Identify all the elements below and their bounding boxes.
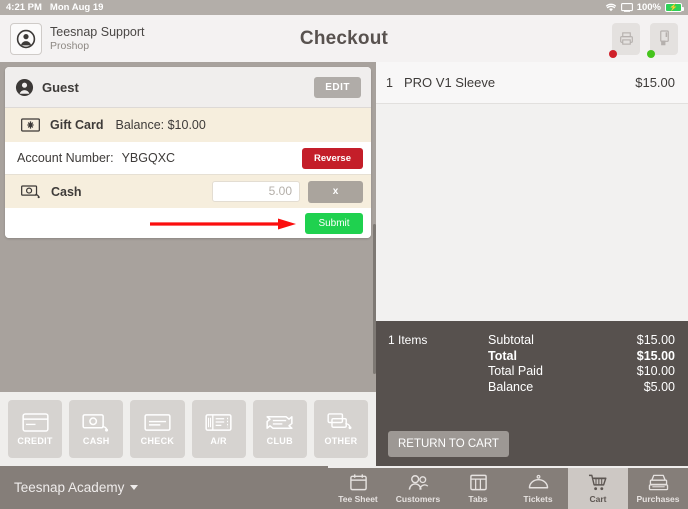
header-actions xyxy=(609,22,678,58)
totals-label: Balance xyxy=(488,379,534,394)
app-header: Checkout Teesnap Support Proshop xyxy=(0,15,688,62)
tab-cart[interactable]: Cart xyxy=(568,468,628,509)
guest-avatar-icon xyxy=(15,78,34,97)
tab-tabs[interactable]: Tabs xyxy=(448,468,508,509)
cart-column: 1 PRO V1 Sleeve $15.00 1 Items Subtotal … xyxy=(376,62,688,466)
totals-row-subtotal: Subtotal $15.00 xyxy=(488,333,675,349)
totals-row-balance: Balance $5.00 xyxy=(488,380,675,396)
screen-mirroring-icon xyxy=(620,3,633,12)
totals-label: Total xyxy=(488,348,517,363)
status-time: 4:21 PM xyxy=(6,2,42,13)
card-reader-status-dot xyxy=(647,49,655,58)
cart-empty-space xyxy=(376,104,688,321)
totals-value: $5.00 xyxy=(643,379,675,394)
tab-label: Cart xyxy=(589,494,607,504)
cash-amount-input[interactable]: 5.00 xyxy=(212,181,300,202)
tab-label: Tabs xyxy=(468,494,488,504)
payment-type-bar: CREDIT CASH CHECK A/R CLUB OTHER xyxy=(0,392,376,466)
cash-title: Cash xyxy=(51,184,82,199)
account-number-value: YBGQXC xyxy=(121,151,176,165)
card-reader-button[interactable] xyxy=(647,22,678,58)
battery-percent: 100% xyxy=(636,2,661,13)
tab-customers[interactable]: Customers xyxy=(388,468,448,509)
totals-label: Subtotal xyxy=(488,333,534,347)
user-account-button[interactable]: Teesnap Support Proshop xyxy=(10,22,145,55)
tab-purchases[interactable]: Purchases xyxy=(628,468,688,509)
payment-type-other[interactable]: OTHER xyxy=(313,400,369,458)
gift-card-title: Gift Card xyxy=(50,118,104,132)
payment-type-credit[interactable]: CREDIT xyxy=(8,400,63,458)
submit-row: Submit xyxy=(5,208,371,238)
return-to-cart-button[interactable]: RETURN TO CART xyxy=(388,431,509,457)
ios-status-bar: 4:21 PM Mon Aug 19 100% ⚡ xyxy=(0,0,688,15)
bottom-bar: Teesnap Academy Tee Sheet Customers Tabs… xyxy=(0,466,688,509)
payment-type-club[interactable]: CLUB xyxy=(252,400,307,458)
cart-line-item[interactable]: 1 PRO V1 Sleeve $15.00 xyxy=(376,62,688,104)
gift-card-account-row: Account Number: YBGQXC Reverse xyxy=(5,142,371,174)
payment-type-label: A/R xyxy=(210,435,227,446)
battery-icon: ⚡ xyxy=(665,3,684,12)
remove-cash-payment-button[interactable]: x xyxy=(308,180,363,203)
tab-tickets[interactable]: Tickets xyxy=(508,468,568,509)
tab-label: Tickets xyxy=(523,494,553,504)
status-date: Mon Aug 19 xyxy=(49,2,104,13)
chevron-down-icon xyxy=(130,485,139,490)
payment-type-label: OTHER xyxy=(324,435,358,446)
payment-panel: Guest EDIT Gift Card Balance: $10.00 Acc… xyxy=(5,67,371,238)
guest-label: Guest xyxy=(42,79,79,95)
payment-type-label: CASH xyxy=(82,435,110,446)
tab-label: Tee Sheet xyxy=(338,494,378,504)
checkout-screen: 4:21 PM Mon Aug 19 100% ⚡ Checkout Teesn… xyxy=(0,0,688,509)
payment-type-ar[interactable]: A/R xyxy=(191,400,246,458)
cash-row: Cash 5.00 x xyxy=(5,174,371,208)
tab-bar: Tee Sheet Customers Tabs Tickets Cart Pu… xyxy=(328,466,688,509)
cart-totals-panel: 1 Items Subtotal $15.00 Total $15.00 Tot… xyxy=(376,321,688,466)
status-indicators: 100% ⚡ xyxy=(605,2,684,13)
payment-type-cash[interactable]: CASH xyxy=(69,400,124,458)
line-item-name: PRO V1 Sleeve xyxy=(404,75,496,90)
totals-value: $15.00 xyxy=(636,348,675,363)
guest-row: Guest EDIT xyxy=(5,67,371,108)
payment-type-label: CREDIT xyxy=(17,435,53,446)
totals-value: $15.00 xyxy=(636,333,675,347)
payment-type-label: CLUB xyxy=(266,435,293,446)
tab-tee-sheet[interactable]: Tee Sheet xyxy=(328,468,388,509)
reverse-payment-button[interactable]: Reverse xyxy=(302,147,363,169)
user-name: Teesnap Support xyxy=(50,25,145,40)
academy-dropdown[interactable]: Teesnap Academy xyxy=(14,480,139,495)
academy-label: Teesnap Academy xyxy=(14,480,125,495)
printer-button[interactable] xyxy=(609,22,640,58)
gift-card-icon xyxy=(21,118,40,132)
totals-row-total-paid: Total Paid $10.00 xyxy=(488,364,675,380)
user-role: Proshop xyxy=(50,39,90,52)
payment-type-check[interactable]: CHECK xyxy=(130,400,185,458)
annotation-arrow-icon xyxy=(150,217,298,230)
tab-label: Purchases xyxy=(636,494,680,504)
items-count: 1 Items xyxy=(388,333,428,347)
line-item-price: $15.00 xyxy=(635,75,675,90)
submit-payment-button[interactable]: Submit xyxy=(305,212,363,234)
totals-value: $10.00 xyxy=(636,364,675,378)
tab-label: Customers xyxy=(395,494,441,504)
gift-card-row: Gift Card Balance: $10.00 xyxy=(5,108,371,142)
totals-label: Total Paid xyxy=(488,364,543,378)
cash-icon xyxy=(21,184,41,199)
edit-guest-button[interactable]: EDIT xyxy=(314,76,361,98)
account-number-label: Account Number: xyxy=(17,151,114,165)
payment-type-label: CHECK xyxy=(140,435,175,446)
charging-bolt-icon: ⚡ xyxy=(669,4,678,11)
line-item-qty: 1 xyxy=(386,75,393,90)
user-avatar-icon xyxy=(10,22,42,55)
wifi-icon xyxy=(605,3,617,12)
totals-lines: Subtotal $15.00 Total $15.00 Total Paid … xyxy=(488,333,675,395)
totals-row-total: Total $15.00 xyxy=(488,349,675,365)
printer-status-dot xyxy=(609,49,617,58)
gift-card-balance: Balance: $10.00 xyxy=(115,118,206,132)
